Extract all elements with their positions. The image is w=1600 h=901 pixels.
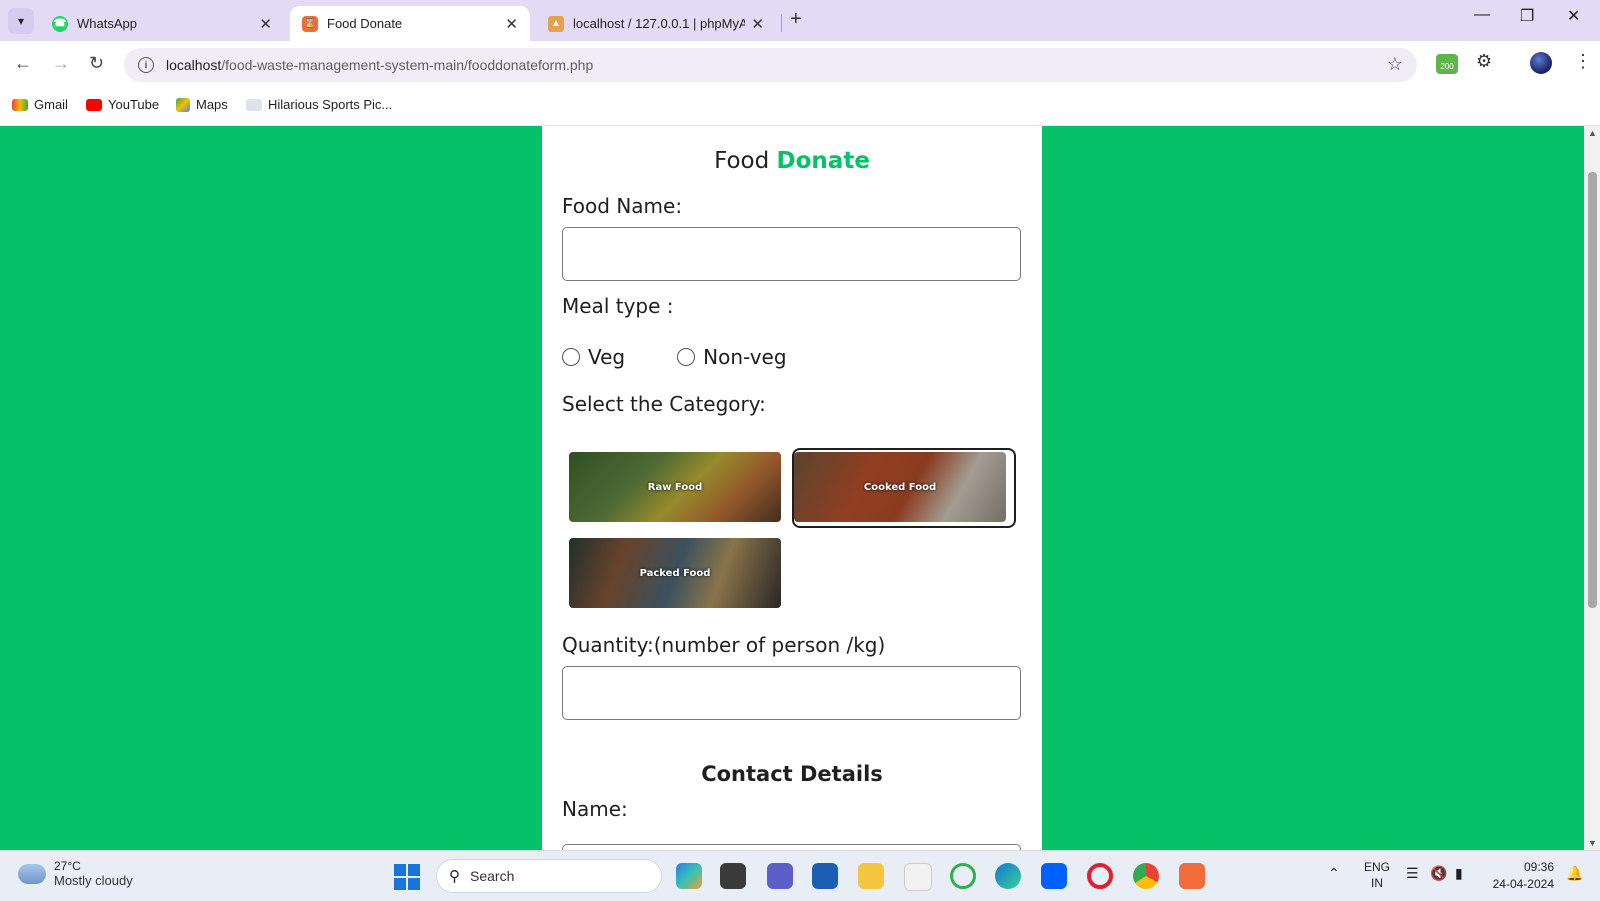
youtube-icon	[86, 98, 102, 111]
opera-icon[interactable]	[1087, 863, 1113, 889]
forward-icon[interactable]: →	[52, 53, 70, 74]
whatsapp-icon: ☎	[52, 15, 68, 32]
minimize-icon[interactable]: —	[1474, 6, 1490, 24]
windows-taskbar: 27°C Mostly cloudy ⚲ Search ⌃ ENG IN ☰ 🔇…	[0, 850, 1600, 901]
close-tab-icon[interactable]: ✕	[751, 15, 764, 33]
close-tab-icon[interactable]: ✕	[259, 15, 272, 33]
wifi-icon[interactable]: ☰	[1406, 865, 1419, 882]
tab-search-button[interactable]: ▾	[8, 8, 34, 34]
tab-divider	[781, 14, 782, 32]
tab-whatsapp[interactable]: ☎ WhatsApp ✕	[40, 6, 284, 41]
close-tab-icon[interactable]: ✕	[505, 15, 518, 33]
browser-tab-strip: ▾ ☎ WhatsApp ✕ ⌛ Food Donate ✕ ▲ localho…	[0, 0, 1600, 41]
category-packed-food[interactable]: Packed Food	[569, 538, 781, 608]
phpmyadmin-icon: ▲	[548, 15, 564, 32]
bookmark-sports[interactable]: Hilarious Sports Pic...	[246, 97, 392, 112]
meal-type-options: Veg Non-veg	[562, 345, 787, 369]
tab-food-donate[interactable]: ⌛ Food Donate ✕	[290, 6, 530, 41]
bookmark-maps[interactable]: Maps	[176, 97, 228, 112]
refresh-app-icon[interactable]	[950, 863, 976, 889]
xampp-taskbar-icon[interactable]	[1179, 863, 1205, 889]
copilot-icon[interactable]	[676, 863, 702, 889]
donate-form-card: Food Donate Food Name: Meal type : Veg N…	[542, 126, 1042, 850]
food-name-label: Food Name:	[562, 194, 683, 218]
xampp-icon: ⌛	[302, 15, 318, 32]
category-cooked-food[interactable]: Cooked Food	[794, 452, 1006, 522]
browser-menu-icon[interactable]: ⋮	[1574, 51, 1592, 72]
veg-label: Veg	[588, 345, 626, 369]
reload-icon[interactable]: ↻	[89, 53, 104, 74]
cloud-icon	[18, 863, 46, 884]
bookmark-star-icon[interactable]: ☆	[1387, 54, 1403, 75]
folder-icon[interactable]	[858, 863, 884, 889]
tab-phpmyadmin[interactable]: ▲ localhost / 127.0.0.1 | phpMyAc ✕	[536, 6, 776, 41]
volume-muted-icon[interactable]: 🔇	[1430, 865, 1447, 882]
gmail-icon	[12, 98, 28, 111]
non-veg-radio[interactable]	[677, 348, 696, 366]
bookmark-gmail[interactable]: Gmail	[12, 97, 68, 112]
page-scrollbar[interactable]: ▲ ▼	[1584, 126, 1600, 850]
edge-icon[interactable]	[995, 863, 1021, 889]
veg-radio[interactable]	[562, 348, 580, 366]
name-label: Name:	[562, 797, 628, 821]
page-viewport: Food Donate Food Name: Meal type : Veg N…	[0, 126, 1584, 850]
extensions-puzzle-icon[interactable]: ⚙	[1476, 51, 1492, 72]
tab-title: localhost / 127.0.0.1 | phpMyAc	[573, 16, 746, 31]
site-info-icon[interactable]: i	[138, 57, 154, 73]
bookmarks-bar: Gmail YouTube Maps Hilarious Sports Pic.…	[0, 89, 1600, 126]
tab-title: WhatsApp	[77, 16, 137, 31]
scroll-up-icon[interactable]: ▲	[1588, 128, 1597, 138]
scroll-down-icon[interactable]: ▼	[1588, 838, 1597, 848]
restore-icon[interactable]: ❐	[1520, 6, 1534, 26]
show-hidden-icons[interactable]: ⌃	[1328, 865, 1340, 882]
weather-widget[interactable]: 27°C Mostly cloudy	[18, 859, 133, 888]
back-icon[interactable]: ←	[14, 53, 32, 74]
dropbox-icon[interactable]	[1041, 863, 1067, 889]
url-text[interactable]: localhost/food-waste-management-system-m…	[166, 57, 593, 73]
quantity-label: Quantity:(number of person /kg)	[562, 633, 886, 657]
bookmark-favicon-icon	[246, 98, 262, 111]
scrollbar-thumb[interactable]	[1588, 172, 1597, 608]
new-tab-button[interactable]: +	[790, 8, 802, 31]
non-veg-label: Non-veg	[703, 345, 787, 369]
extension-badge[interactable]: 200	[1436, 54, 1458, 74]
windows-start-icon[interactable]	[394, 864, 420, 890]
language-indicator[interactable]: ENG IN	[1364, 859, 1390, 891]
search-icon: ⚲	[449, 868, 460, 885]
page-title: Food Donate	[714, 148, 870, 174]
taskbar-search[interactable]: ⚲ Search	[436, 859, 662, 893]
store-icon[interactable]	[812, 863, 838, 889]
category-label: Select the Category:	[562, 392, 766, 416]
maps-icon	[176, 97, 190, 112]
meal-type-label: Meal type :	[562, 294, 674, 318]
address-bar[interactable]: i localhost/food-waste-management-system…	[124, 48, 1417, 82]
file-explorer-dark-icon[interactable]	[720, 863, 746, 889]
browser-toolbar: ← → ↻ i localhost/food-waste-management-…	[0, 41, 1600, 89]
close-window-icon[interactable]: ✕	[1567, 6, 1580, 26]
food-name-input[interactable]	[562, 227, 1021, 281]
quantity-input[interactable]	[562, 666, 1021, 720]
contact-details-heading: Contact Details	[701, 762, 883, 786]
category-raw-food[interactable]: Raw Food	[569, 452, 781, 522]
teams-icon[interactable]	[767, 863, 793, 889]
tab-title: Food Donate	[327, 16, 403, 31]
bookmark-youtube[interactable]: YouTube	[86, 97, 159, 112]
notification-bell-icon[interactable]: 🔔	[1566, 865, 1583, 882]
battery-icon[interactable]: ▮	[1455, 865, 1463, 882]
system-clock[interactable]: 09:36 24-04-2024	[1490, 859, 1554, 893]
profile-avatar[interactable]	[1530, 52, 1552, 74]
amazon-icon[interactable]	[904, 863, 932, 891]
chrome-icon[interactable]	[1133, 863, 1159, 889]
